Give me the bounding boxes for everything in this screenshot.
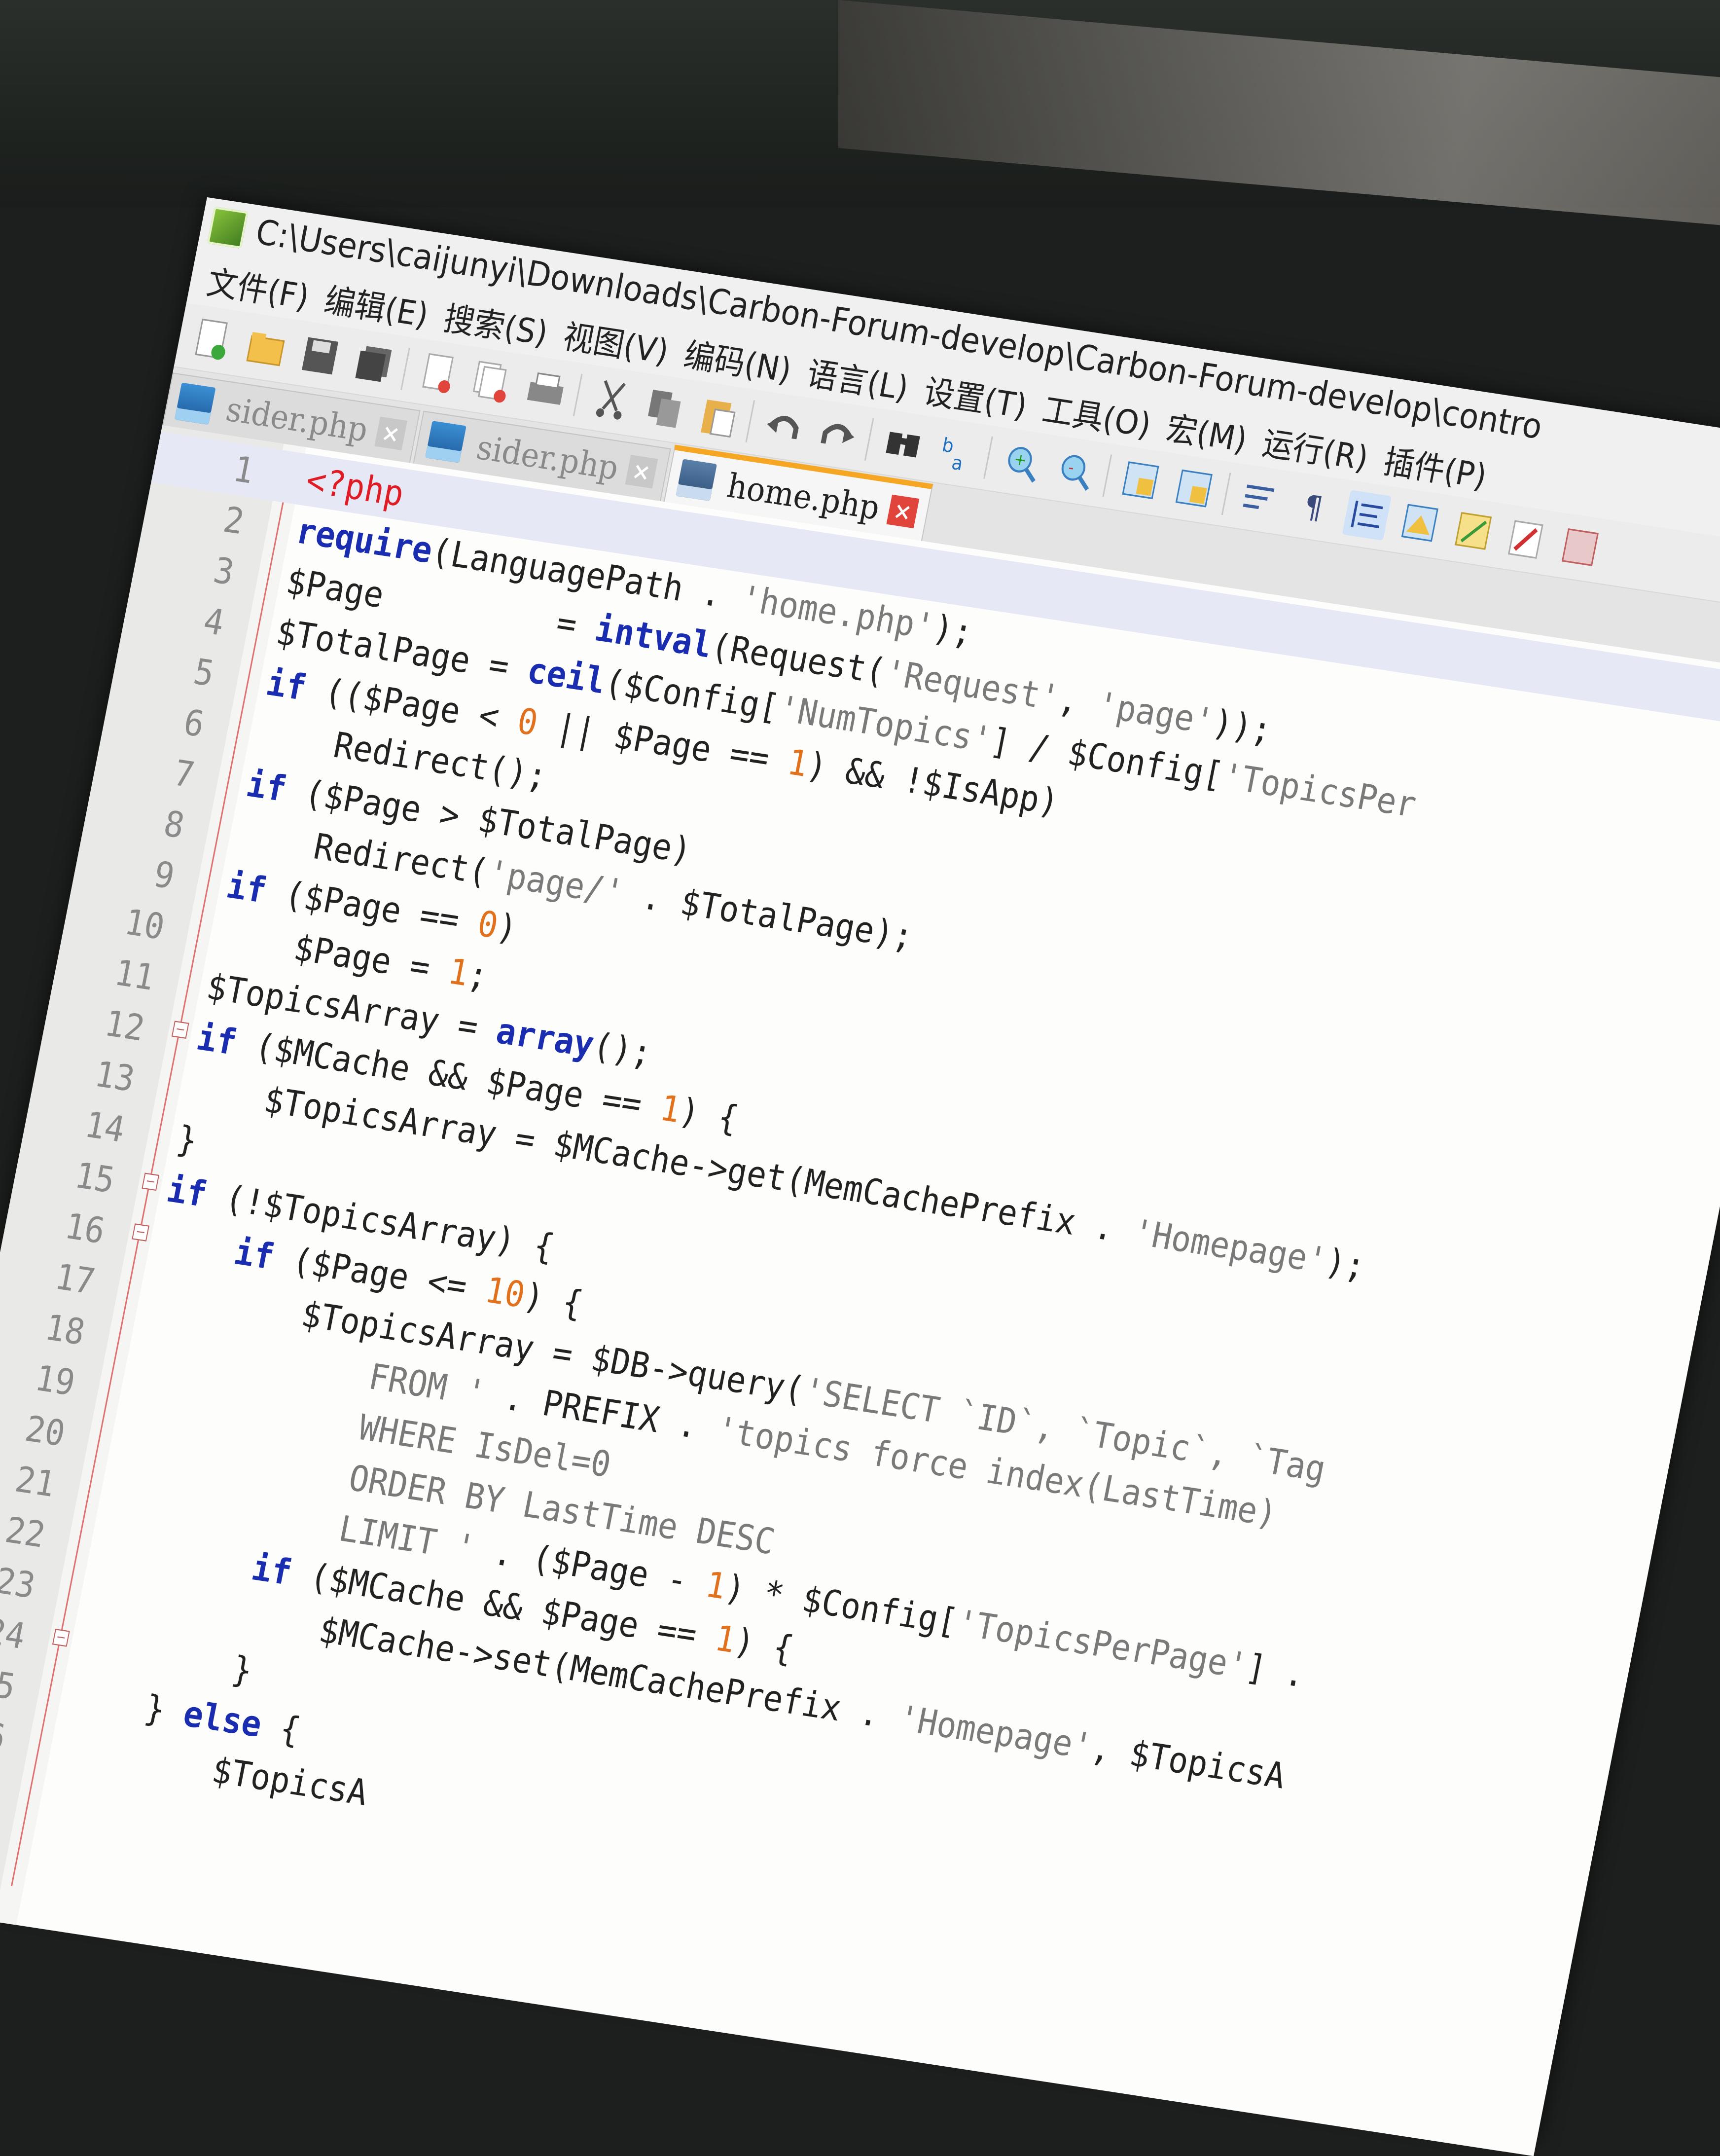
sync-vertical-icon[interactable] [1116,456,1166,506]
function-list-icon[interactable] [1449,506,1498,556]
code-token: ] . [1243,1646,1309,1696]
save-icon[interactable] [295,330,345,381]
code-token: ) { [520,1275,586,1325]
save-disk-icon [174,382,216,425]
new-file-icon[interactable] [188,314,238,365]
doc-map-icon[interactable] [1396,498,1445,548]
indent-guide-icon[interactable] [1342,490,1392,541]
code-token: } [173,1118,201,1162]
code-text: } [173,1113,202,1167]
code-token: ceil [524,649,609,702]
paste-icon[interactable] [694,391,743,441]
notepad-plus-plus-icon [207,206,249,249]
svg-text:a: a [950,451,965,474]
record-macro-icon[interactable] [1503,514,1552,565]
code-token: ) { [676,1090,742,1140]
save-all-icon[interactable] [349,339,398,389]
print-icon[interactable] [521,365,571,415]
stop-record-icon[interactable] [1556,522,1605,573]
toolbar-separator [1221,473,1231,515]
word-wrap-icon[interactable] [1235,474,1285,524]
code-token: (); [589,1024,655,1074]
toolbar-separator [1102,454,1112,497]
save-disk-icon [676,459,717,501]
code-token: { [257,1705,304,1752]
open-folder-icon[interactable] [242,323,291,373]
replace-icon[interactable]: ba [932,428,981,478]
code-token: ) { [731,1620,797,1670]
close-tab-icon[interactable]: × [625,455,658,489]
show-all-chars-icon[interactable]: ¶ [1289,482,1338,532]
sync-horizontal-icon[interactable] [1170,464,1219,514]
code-token: )); [1209,701,1276,752]
editor-window: C:\Users\caijunyi\Downloads\Carbon-Forum… [0,197,1720,2156]
undo-icon[interactable] [759,401,809,451]
save-disk-icon [425,421,466,463]
code-editor[interactable]: − − − − − 1<?php2require(LanguagePath . … [0,425,1720,2156]
find-icon[interactable] [878,419,928,470]
toolbar-separator [864,418,874,461]
cut-icon[interactable] [587,375,636,425]
code-token: else [180,1693,265,1746]
code-token: array [493,1010,598,1066]
menu-macro[interactable]: 宏(M) [1163,402,1252,461]
close-icon[interactable] [414,349,464,399]
code-token: <?php [303,459,407,515]
toolbar-separator [400,347,410,390]
redo-icon[interactable] [813,409,862,460]
toolbar-separator [745,400,755,443]
copy-icon[interactable] [640,383,689,434]
toolbar-separator [573,373,583,416]
code-token: ); [1322,1241,1369,1287]
code-token: ); [930,607,976,654]
zoom-out-icon[interactable]: - [1051,445,1100,496]
close-all-icon[interactable] [468,357,517,407]
toolbar-separator [983,436,993,479]
close-tab-icon[interactable]: × [886,494,919,528]
zoom-in-icon[interactable]: + [997,438,1046,488]
close-tab-icon[interactable]: × [374,416,408,450]
